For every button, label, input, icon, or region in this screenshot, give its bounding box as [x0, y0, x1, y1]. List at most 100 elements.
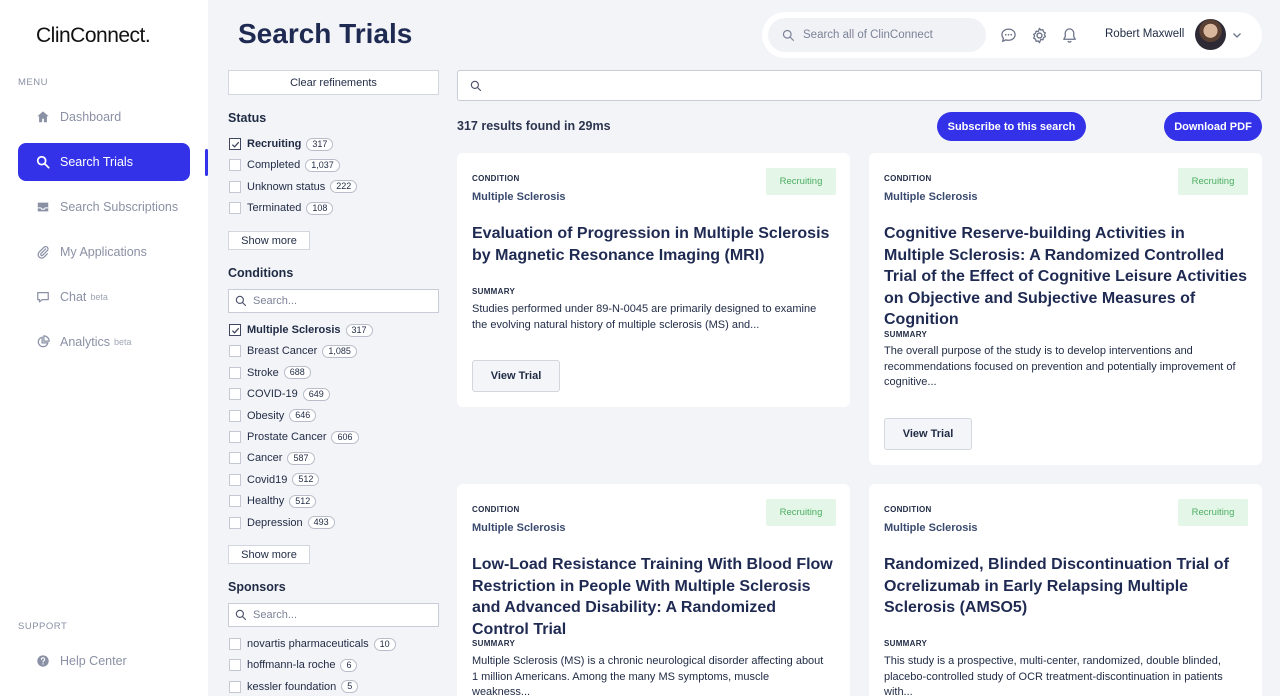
search-icon — [235, 609, 247, 621]
trial-search-input[interactable] — [457, 70, 1262, 101]
sidebar-item-label: Search Subscriptions — [60, 200, 179, 214]
filter-checkbox[interactable] — [229, 324, 241, 336]
filter-checkbox[interactable] — [229, 138, 241, 150]
view-trial-button[interactable]: View Trial — [472, 360, 560, 392]
filter-option[interactable]: Completed 1,037 — [229, 157, 340, 173]
sidebar-item-my-applications[interactable]: My Applications — [18, 233, 190, 271]
filter-option-count: 317 — [306, 137, 334, 151]
global-search-input[interactable]: Search all of ClinConnect — [768, 18, 986, 52]
sidebar-item-help-center[interactable]: Help Center — [18, 642, 190, 680]
trial-summary: Studies performed under 89-N-0045 are pr… — [472, 303, 817, 331]
filter-option-count: 6 — [340, 658, 358, 672]
filter-option-count: 5 — [341, 680, 359, 694]
clear-refinements-button[interactable]: Clear refinements — [228, 70, 439, 95]
filter-option-label: Covid19 — [247, 473, 288, 486]
gear-icon[interactable] — [1030, 26, 1048, 44]
sidebar-item-label: Help Center — [60, 654, 127, 668]
filter-option[interactable]: Obesity 646 — [229, 408, 317, 424]
sidebar-item-search-subscriptions[interactable]: Search Subscriptions — [18, 188, 190, 226]
filter-checkbox[interactable] — [229, 366, 241, 379]
filter-checkbox[interactable] — [229, 159, 241, 172]
download-pdf-button[interactable]: Download PDF — [1164, 112, 1262, 141]
filter-checkbox[interactable] — [229, 495, 241, 508]
chat-bubble-icon[interactable] — [999, 26, 1017, 44]
filter-checkbox[interactable] — [229, 202, 241, 215]
conditions-search-input[interactable]: Search... — [228, 289, 439, 313]
chat-icon — [36, 290, 50, 304]
check-icon — [231, 327, 239, 334]
avatar[interactable] — [1195, 19, 1226, 50]
sidebar-item-label: My Applications — [60, 245, 147, 259]
condition-label: CONDITION — [884, 174, 932, 183]
sidebar-item-dashboard[interactable]: Dashboard — [18, 98, 190, 136]
summary-label: SUMMARY — [472, 287, 516, 296]
results-count: 317 results found in 29ms — [457, 119, 611, 133]
filter-option-label: Multiple Sclerosis — [247, 324, 341, 336]
filter-option[interactable]: Prostate Cancer 606 — [229, 429, 359, 445]
filter-option-count: 587 — [287, 451, 315, 465]
filter-option[interactable]: Breast Cancer 1,085 — [229, 343, 357, 359]
check-icon — [231, 141, 239, 148]
filter-option[interactable]: novartis pharmaceuticals 10 — [229, 636, 396, 652]
filter-checkbox[interactable] — [229, 345, 241, 358]
sidebar-item-label: Dashboard — [60, 110, 122, 124]
filter-option-label: Breast Cancer — [247, 345, 318, 358]
trial-title[interactable]: Evaluation of Progression in Multiple Sc… — [472, 223, 837, 266]
filter-checkbox[interactable] — [229, 473, 241, 486]
top-bar: Search all of ClinConnect Robert Maxwell — [762, 12, 1262, 58]
trial-title[interactable]: Low-Load Resistance Training With Blood … — [472, 554, 837, 640]
filter-option[interactable]: Unknown status 222 — [229, 179, 358, 195]
chevron-down-icon[interactable] — [1231, 28, 1243, 46]
filter-option-count: 649 — [302, 387, 330, 401]
filter-option-count: 688 — [283, 366, 311, 380]
page-title: Search Trials — [238, 18, 413, 49]
filter-option[interactable]: hoffmann-la roche 6 — [229, 657, 358, 673]
filter-checkbox[interactable] — [229, 659, 241, 672]
filter-option[interactable]: kessler foundation 5 — [229, 679, 359, 695]
filter-option[interactable]: Covid19 512 — [229, 472, 320, 488]
user-name[interactable]: Robert Maxwell — [1105, 28, 1184, 40]
app-logo[interactable]: ClinConnect. — [36, 24, 151, 48]
filter-option[interactable]: Depression 493 — [229, 515, 335, 531]
filter-checkbox[interactable] — [229, 409, 241, 422]
filter-checkbox[interactable] — [229, 516, 241, 529]
filter-checkbox[interactable] — [229, 431, 241, 443]
filter-option-count: 493 — [307, 516, 335, 530]
filter-checkbox[interactable] — [229, 680, 241, 693]
filter-checkbox[interactable] — [229, 638, 241, 650]
conditions-filter-heading: Conditions — [228, 266, 294, 280]
filter-option[interactable]: Healthy 512 — [229, 493, 317, 509]
summary-label: SUMMARY — [472, 639, 516, 648]
filter-option[interactable]: Recruiting 317 — [229, 136, 334, 152]
active-indicator — [205, 149, 208, 176]
filter-option[interactable]: Multiple Sclerosis 317 — [229, 322, 373, 338]
condition-value: Multiple Sclerosis — [884, 522, 978, 534]
conditions-search-placeholder: Search... — [253, 295, 298, 307]
sidebar-item-analytics[interactable]: Analytics beta — [18, 323, 190, 361]
sponsors-search-input[interactable]: Search... — [228, 603, 439, 627]
filter-option[interactable]: Stroke 688 — [229, 365, 311, 381]
filter-checkbox[interactable] — [229, 388, 241, 401]
trial-title[interactable]: Cognitive Reserve-building Activities in… — [884, 223, 1249, 331]
filter-option-label: novartis pharmaceuticals — [247, 638, 369, 650]
filter-checkbox[interactable] — [229, 452, 241, 465]
filter-option[interactable]: Cancer 587 — [229, 450, 315, 466]
sidebar-item-chat[interactable]: Chat beta — [18, 278, 190, 316]
conditions-show-more-button[interactable]: Show more — [228, 545, 310, 564]
condition-value: Multiple Sclerosis — [472, 191, 566, 203]
filter-option-label: Cancer — [247, 452, 283, 465]
help-icon — [36, 654, 50, 668]
sidebar-item-search-trials[interactable]: Search Trials — [18, 143, 190, 181]
filter-option[interactable]: Terminated 108 — [229, 200, 334, 216]
filter-option[interactable]: COVID-19 649 — [229, 386, 330, 402]
filter-checkbox[interactable] — [229, 180, 241, 193]
view-trial-button[interactable]: View Trial — [884, 418, 972, 450]
status-show-more-button[interactable]: Show more — [228, 231, 310, 250]
trial-card: CONDITION Multiple Sclerosis Recruiting … — [869, 484, 1262, 696]
bell-icon[interactable] — [1060, 26, 1078, 44]
subscribe-search-button[interactable]: Subscribe to this search — [937, 112, 1086, 141]
filter-option-label: hoffmann-la roche — [247, 659, 336, 672]
filter-option-label: Recruiting — [247, 138, 302, 150]
trial-title[interactable]: Randomized, Blinded Discontinuation Tria… — [884, 554, 1249, 619]
trial-card: CONDITION Multiple Sclerosis Recruiting … — [457, 153, 850, 407]
